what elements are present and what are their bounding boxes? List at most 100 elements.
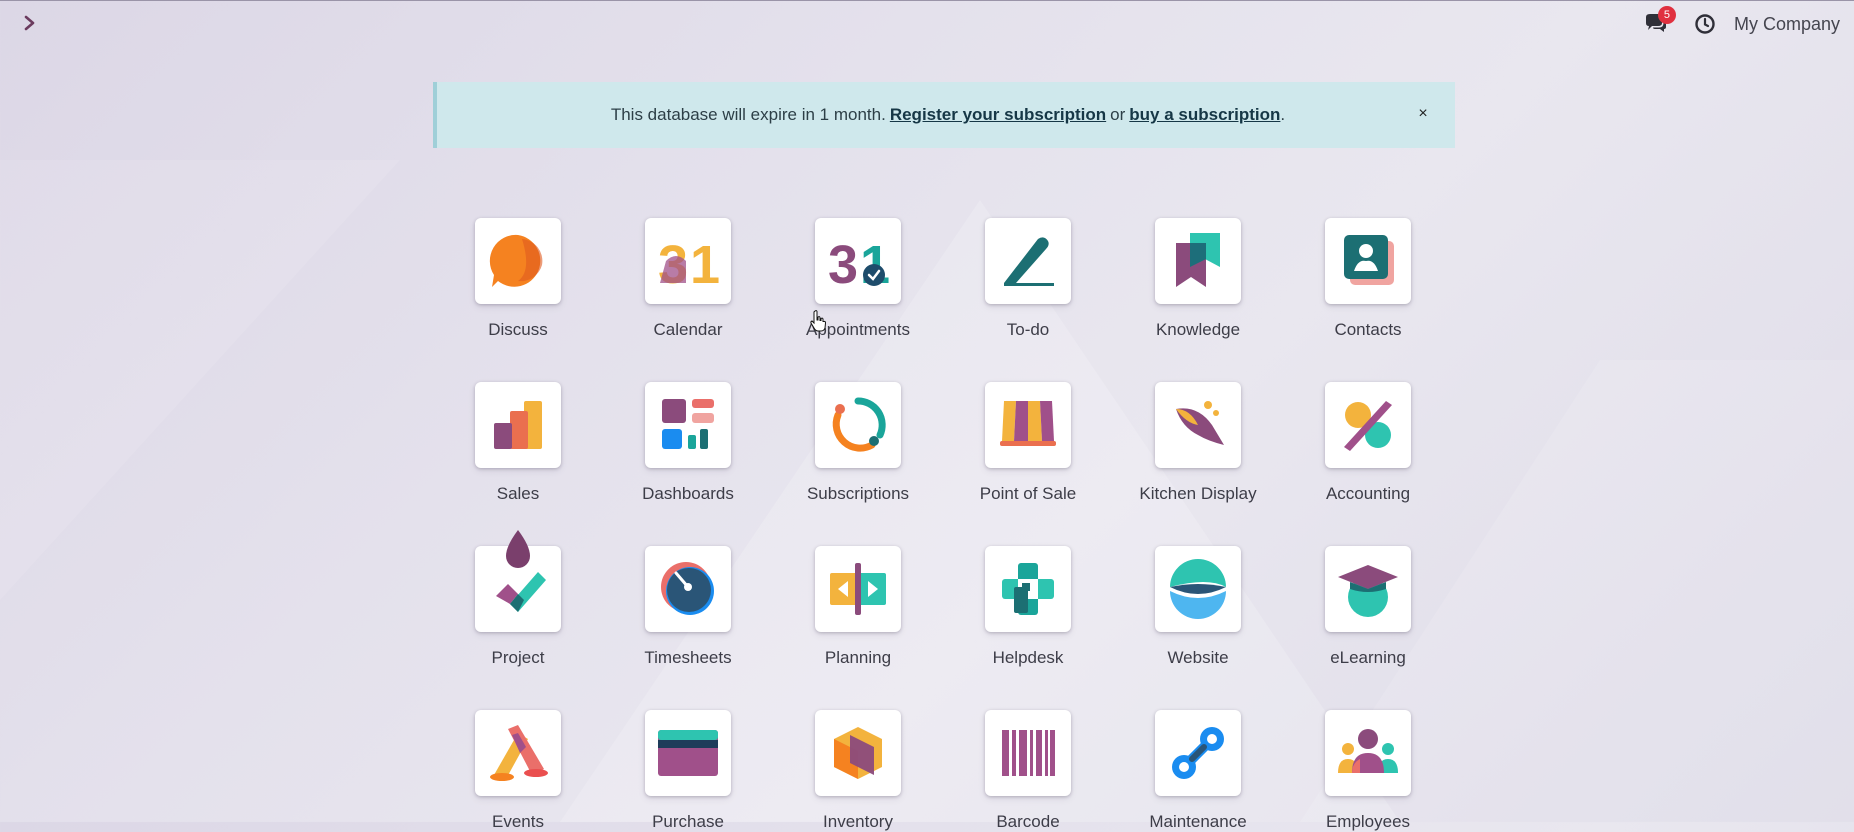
sales-icon: [494, 401, 542, 449]
barcode-icon: [1002, 730, 1055, 776]
app-employees[interactable]: Employees: [1298, 710, 1438, 832]
svg-text:3: 3: [828, 235, 858, 291]
events-icon: [490, 725, 548, 781]
app-icon-tile: [645, 710, 731, 796]
svg-text:1: 1: [690, 235, 720, 291]
app-elearning[interactable]: eLearning: [1298, 546, 1438, 668]
app-label: Planning: [824, 648, 892, 667]
app-label: Maintenance: [1149, 812, 1247, 831]
app-maintenance[interactable]: Maintenance: [1128, 710, 1268, 832]
app-label: Employees: [1325, 812, 1411, 831]
banner-text-period: .: [1280, 105, 1286, 124]
app-icon-tile: [815, 546, 901, 632]
app-knowledge[interactable]: Knowledge: [1128, 218, 1268, 340]
banner-text: This database will expire in 1 month.: [610, 105, 886, 124]
app-barcode[interactable]: Barcode: [958, 710, 1098, 832]
app-label: Calendar: [653, 320, 723, 339]
activities-button[interactable]: [1692, 11, 1718, 37]
subscription-expiry-banner: This database will expire in 1 month. Re…: [433, 82, 1455, 148]
app-icon-tile: [985, 710, 1071, 796]
point-of-sale-icon: [1000, 401, 1056, 446]
contacts-icon: [1344, 235, 1394, 285]
app-calendar[interactable]: 3 1 Calendar: [618, 218, 758, 340]
app-project[interactable]: Project: [448, 530, 588, 668]
app-kitchen-display[interactable]: Kitchen Display: [1128, 382, 1268, 504]
banner-close-button[interactable]: ×: [1413, 104, 1433, 124]
app-icon-tile: [1325, 218, 1411, 304]
app-icon-tile: [475, 710, 561, 796]
app-label: Timesheets: [644, 648, 732, 667]
app-helpdesk[interactable]: Helpdesk: [958, 546, 1098, 668]
appointments-icon: 3 1: [828, 235, 890, 291]
top-navbar: 5 My Company: [0, 0, 1854, 46]
app-icon-tile: [1155, 218, 1241, 304]
app-label: Subscriptions: [806, 484, 910, 503]
company-switcher[interactable]: My Company: [1734, 14, 1840, 35]
app-label: eLearning: [1330, 648, 1406, 667]
app-todo[interactable]: To-do: [958, 218, 1098, 340]
employees-icon: [1338, 729, 1398, 773]
todo-icon: [1004, 237, 1054, 286]
chevron-right-icon: [24, 15, 35, 31]
app-icon-tile: [645, 546, 731, 632]
timesheets-icon: [661, 562, 714, 615]
elearning-icon: [1338, 565, 1398, 617]
app-label: Project: [491, 648, 545, 667]
app-accounting[interactable]: Accounting: [1298, 382, 1438, 504]
discuss-icon: [489, 234, 543, 287]
app-contacts[interactable]: Contacts: [1298, 218, 1438, 340]
app-discuss[interactable]: Discuss: [448, 218, 588, 340]
app-label: Helpdesk: [992, 648, 1064, 667]
app-icon-tile: [1155, 382, 1241, 468]
app-label: Events: [492, 812, 544, 831]
app-dashboards[interactable]: Dashboards: [618, 382, 758, 504]
app-planning[interactable]: Planning: [788, 546, 928, 668]
knowledge-icon: [1176, 233, 1220, 287]
app-purchase[interactable]: Purchase: [618, 710, 758, 832]
menu-toggle-button[interactable]: [18, 11, 42, 35]
app-label: Dashboards: [642, 484, 734, 503]
app-website[interactable]: Website: [1128, 546, 1268, 668]
kitchen-display-icon: [1176, 401, 1224, 445]
notification-badge: 5: [1657, 6, 1676, 24]
app-icon-tile: [815, 710, 901, 796]
app-point-of-sale[interactable]: Point of Sale: [958, 382, 1098, 504]
app-label: Accounting: [1325, 484, 1411, 503]
app-label: Barcode: [996, 812, 1060, 831]
maintenance-icon: [1172, 727, 1224, 779]
app-appointments[interactable]: 3 1 Appointments: [788, 218, 928, 340]
app-label: Discuss: [488, 320, 548, 339]
app-label: Kitchen Display: [1139, 484, 1257, 503]
app-icon-tile: [985, 546, 1071, 632]
app-label: To-do: [1006, 320, 1050, 339]
app-icon-tile: [475, 382, 561, 468]
accounting-icon: [1344, 401, 1392, 451]
app-subscriptions[interactable]: Subscriptions: [788, 382, 928, 504]
app-icon-tile: [985, 382, 1071, 468]
app-icon-tile: [1325, 546, 1411, 632]
app-label: Inventory: [823, 812, 893, 831]
app-icon-tile: [1325, 710, 1411, 796]
app-label: Website: [1167, 648, 1229, 667]
app-inventory[interactable]: Inventory: [788, 710, 928, 832]
app-icon-tile: [1155, 710, 1241, 796]
buy-subscription-link[interactable]: buy a subscription: [1129, 105, 1280, 125]
app-label: Purchase: [652, 812, 724, 831]
app-icon-tile: [1325, 382, 1411, 468]
app-timesheets[interactable]: Timesheets: [618, 546, 758, 668]
website-icon: [1170, 559, 1226, 619]
subscriptions-icon: [832, 397, 886, 452]
app-icon-tile: [645, 382, 731, 468]
app-icon-tile: [815, 382, 901, 468]
app-events[interactable]: Events: [448, 710, 588, 832]
messages-button[interactable]: 5: [1642, 6, 1676, 38]
register-subscription-link[interactable]: Register your subscription: [890, 105, 1106, 125]
banner-text-or: or: [1110, 105, 1126, 124]
helpdesk-icon: [1002, 563, 1054, 615]
app-label: Sales: [496, 484, 540, 503]
project-icon: [496, 530, 546, 612]
app-label: Knowledge: [1155, 320, 1241, 339]
app-icon-tile: [985, 218, 1071, 304]
app-sales[interactable]: Sales: [448, 382, 588, 504]
calendar-icon: 3 1: [658, 235, 720, 291]
